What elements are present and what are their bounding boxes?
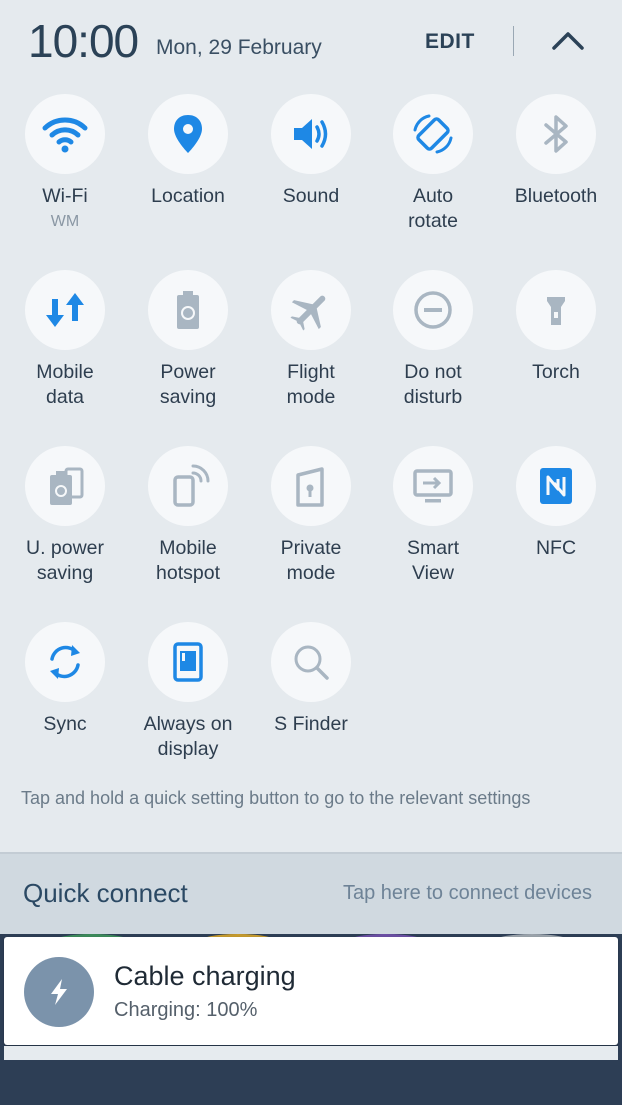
tile-sound[interactable]: Sound [250, 94, 372, 209]
tile-label: Bluetooth [514, 185, 598, 207]
notification-stack-edge [4, 1046, 618, 1060]
tile-torch[interactable]: Torch [495, 270, 617, 385]
private-mode-icon [286, 461, 336, 511]
torch-icon [531, 285, 581, 335]
quick-connect-title: Quick connect [23, 878, 188, 908]
do-not-disturb-toggle-button[interactable] [393, 270, 473, 350]
quick-settings-panel: 10:00 Mon, 29 February EDIT Wi-Fi WM Locat… [0, 0, 622, 934]
tile-label: Always on display [143, 713, 233, 760]
sync-icon [40, 637, 90, 687]
tile-bluetooth[interactable]: Bluetooth [495, 94, 617, 209]
tile-do-not-disturb[interactable]: Do not disturb [372, 270, 494, 410]
tile-label: Torch [532, 361, 580, 383]
chevron-up-icon [552, 32, 584, 50]
tile-sync[interactable]: Sync [4, 622, 126, 737]
ultra-power-saving-icon [40, 461, 90, 511]
sync-toggle-button[interactable] [25, 622, 105, 702]
auto-rotate-icon [407, 108, 459, 160]
wifi-icon [40, 109, 90, 159]
header-divider [513, 26, 514, 56]
tile-u-power-saving[interactable]: U. power saving [4, 446, 126, 586]
mobile-data-toggle-button[interactable] [25, 270, 105, 350]
quick-connect-hint: Tap here to connect devices [342, 882, 592, 904]
panel-header: 10:00 Mon, 29 February EDIT [0, 0, 622, 80]
tile-label: NFC [535, 537, 577, 559]
tile-label: Smart View [406, 537, 459, 584]
do-not-disturb-icon [408, 285, 458, 335]
collapse-button[interactable] [548, 22, 588, 58]
notification-title: Cable charging [114, 961, 296, 991]
tile-label: Mobile hotspot [156, 537, 220, 584]
tile-label: U. power saving [25, 537, 105, 584]
notification-icon [24, 957, 94, 1027]
tile-auto-rotate[interactable]: Auto rotate [372, 94, 494, 234]
tile-mobile-data[interactable]: Mobile data [4, 270, 126, 410]
tile-label: Sound [282, 185, 340, 207]
tile-label: Mobile data [36, 361, 94, 408]
tile-private-mode[interactable]: Private mode [250, 446, 372, 586]
private-mode-toggle-button[interactable] [271, 446, 351, 526]
speaker-icon [286, 109, 336, 159]
location-toggle-button[interactable] [148, 94, 228, 174]
bluetooth-icon [531, 109, 581, 159]
tile-nfc[interactable]: NFC [495, 446, 617, 561]
tile-always-on-display[interactable]: Always on display [127, 622, 249, 762]
power-saving-toggle-button[interactable] [148, 270, 228, 350]
s-finder-toggle-button[interactable] [271, 622, 351, 702]
tile-label: Power saving [159, 361, 217, 408]
auto-rotate-toggle-button[interactable] [393, 94, 473, 174]
u-power-saving-toggle-button[interactable] [25, 446, 105, 526]
quick-connect-bar[interactable]: Quick connect Tap here to connect device… [0, 852, 622, 934]
nfc-icon [531, 461, 581, 511]
airplane-icon [286, 285, 336, 335]
smart-view-toggle-button[interactable] [393, 446, 473, 526]
tile-label: Private mode [280, 537, 342, 584]
flight-mode-toggle-button[interactable] [271, 270, 351, 350]
lightning-bolt-icon [51, 979, 67, 1005]
date: Mon, 29 February [156, 36, 322, 59]
tile-smart-view[interactable]: Smart View [372, 446, 494, 586]
nfc-toggle-button[interactable] [516, 446, 596, 526]
hint-text: Tap and hold a quick setting button to g… [21, 788, 531, 808]
always-on-display-toggle-button[interactable] [148, 622, 228, 702]
mobile-hotspot-toggle-button[interactable] [148, 446, 228, 526]
tile-label: Auto rotate [408, 185, 458, 232]
notification-subtitle: Charging: 100% [114, 999, 258, 1021]
tile-s-finder[interactable]: S Finder [250, 622, 372, 737]
charging-notification[interactable]: Cable charging Charging: 100% [4, 937, 618, 1045]
search-icon [286, 637, 336, 687]
location-pin-icon [163, 109, 213, 159]
tile-wi-fi[interactable]: Wi-Fi WM [4, 94, 126, 233]
power-saving-icon [163, 285, 213, 335]
bluetooth-toggle-button[interactable] [516, 94, 596, 174]
tile-label: S Finder [274, 713, 348, 735]
sound-toggle-button[interactable] [271, 94, 351, 174]
tile-label: Sync [43, 713, 87, 735]
wi-fi-toggle-button[interactable] [25, 94, 105, 174]
hotspot-icon [163, 461, 213, 511]
clock: 10:00 [28, 15, 139, 67]
smart-view-icon [408, 461, 458, 511]
mobile-data-icon [40, 285, 90, 335]
tile-label: Wi-Fi [42, 185, 88, 207]
tile-mobile-hotspot[interactable]: Mobile hotspot [127, 446, 249, 586]
tile-label: Flight mode [286, 361, 336, 408]
tile-label: Location [151, 185, 225, 207]
tile-location[interactable]: Location [127, 94, 249, 209]
torch-toggle-button[interactable] [516, 270, 596, 350]
tile-power-saving[interactable]: Power saving [127, 270, 249, 410]
tile-label: Do not disturb [403, 361, 463, 408]
tile-sublabel: WM [50, 213, 80, 230]
always-on-display-icon [163, 637, 213, 687]
edit-button[interactable]: EDIT [425, 30, 475, 54]
tile-flight-mode[interactable]: Flight mode [250, 270, 372, 410]
